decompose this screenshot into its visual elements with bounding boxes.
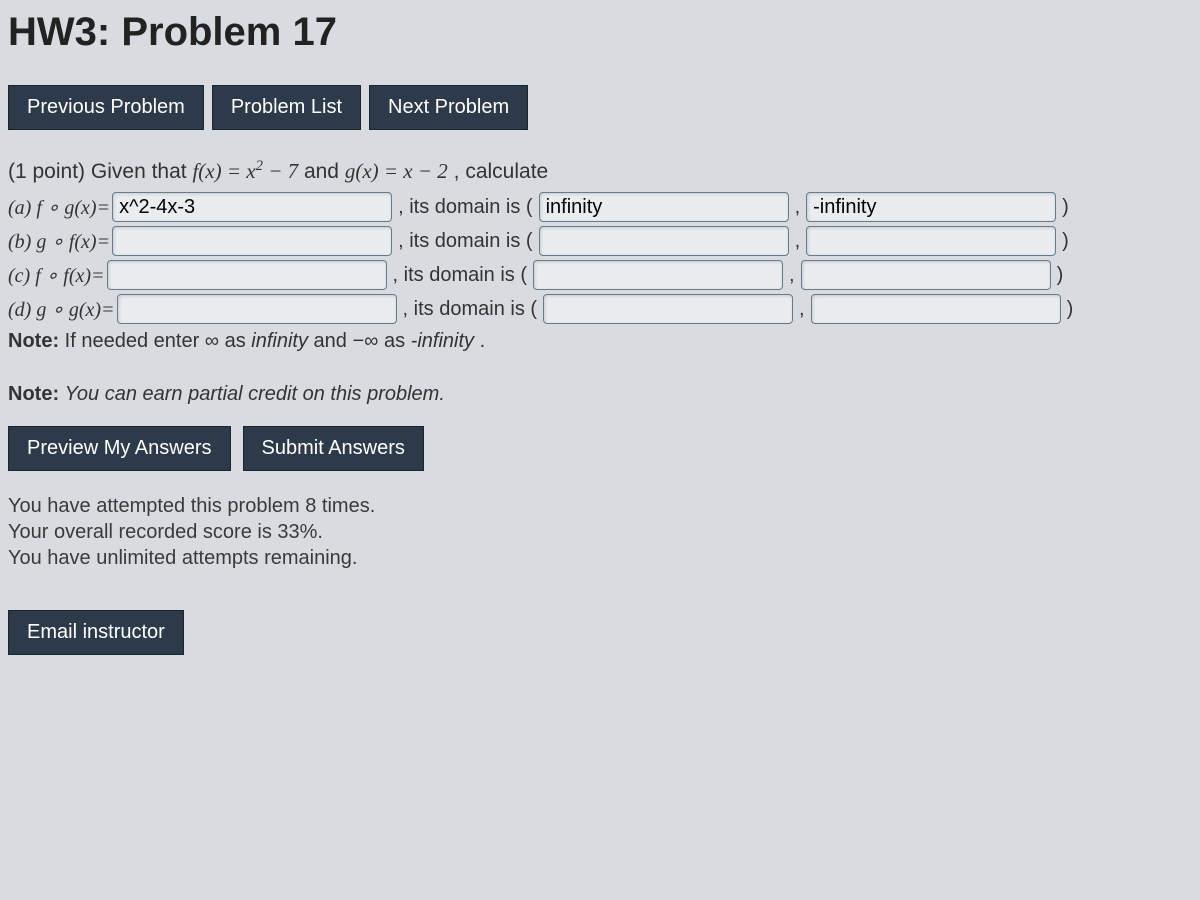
problem-nav: Previous Problem Problem List Next Probl… bbox=[8, 85, 1192, 130]
action-buttons: Preview My Answers Submit Answers bbox=[8, 426, 1192, 471]
f-definition: f(x) = x2 − 7 bbox=[192, 159, 298, 183]
part-a-label: (a) f ∘ g(x)= bbox=[8, 195, 110, 220]
submit-answers-button[interactable]: Submit Answers bbox=[243, 426, 424, 471]
problem-prompt: (1 point) Given that f(x) = x2 − 7 and g… bbox=[8, 158, 1192, 184]
part-b-answer-input[interactable] bbox=[112, 226, 392, 256]
note-prefix: Note: bbox=[8, 383, 65, 405]
prompt-text-3: , calculate bbox=[454, 160, 549, 183]
infinity-note: Note: If needed enter ∞ as infinity and … bbox=[8, 330, 1192, 353]
part-d-domain-hi-input[interactable] bbox=[811, 294, 1061, 324]
previous-problem-button[interactable]: Previous Problem bbox=[8, 85, 204, 130]
part-c-domain-hi-input[interactable] bbox=[801, 260, 1051, 290]
note-prefix: Note: bbox=[8, 330, 65, 352]
note-text-2: and −∞ as bbox=[314, 330, 411, 352]
credit-note-text: You can earn partial credit on this prob… bbox=[65, 383, 445, 405]
status-block: You have attempted this problem 8 times.… bbox=[8, 495, 1192, 570]
part-c-answer-input[interactable] bbox=[107, 260, 387, 290]
remaining-status: You have unlimited attempts remaining. bbox=[8, 547, 1192, 570]
part-d-row: (d) g ∘ g(x)= , its domain is ( , ) bbox=[8, 294, 1192, 324]
note-neg-infinity: -infinity bbox=[411, 330, 474, 352]
part-b-domain-label: , its domain is ( bbox=[398, 230, 532, 253]
part-d-answer-input[interactable] bbox=[117, 294, 397, 324]
part-a-domain-label: , its domain is ( bbox=[398, 196, 532, 219]
part-a-domain-hi-input[interactable] bbox=[806, 192, 1056, 222]
part-b-domain-hi-input[interactable] bbox=[806, 226, 1056, 256]
part-c-label: (c) f ∘ f(x)= bbox=[8, 263, 105, 288]
page-title: HW3: Problem 17 bbox=[8, 10, 1192, 55]
close-paren: ) bbox=[1057, 264, 1064, 287]
g-definition: g(x) = x − 2 bbox=[345, 159, 448, 183]
part-d-domain-lo-input[interactable] bbox=[543, 294, 793, 324]
part-c-domain-label: , its domain is ( bbox=[393, 264, 527, 287]
prompt-text-1: Given that bbox=[91, 160, 193, 183]
note-text-1: If needed enter ∞ as bbox=[65, 330, 252, 352]
part-b-label: (b) g ∘ f(x)= bbox=[8, 229, 110, 254]
part-a-answer-input[interactable] bbox=[112, 192, 392, 222]
attempts-status: You have attempted this problem 8 times. bbox=[8, 495, 1192, 518]
part-d-label: (d) g ∘ g(x)= bbox=[8, 297, 115, 322]
prompt-text-2: and bbox=[304, 160, 345, 183]
part-c-domain-lo-input[interactable] bbox=[533, 260, 783, 290]
score-status: Your overall recorded score is 33%. bbox=[8, 521, 1192, 544]
close-paren: ) bbox=[1062, 230, 1069, 253]
part-c-row: (c) f ∘ f(x)= , its domain is ( , ) bbox=[8, 260, 1192, 290]
points-label: (1 point) bbox=[8, 160, 85, 183]
problem-body: (1 point) Given that f(x) = x2 − 7 and g… bbox=[8, 158, 1192, 655]
note-infinity: infinity bbox=[251, 330, 308, 352]
comma: , bbox=[795, 196, 801, 219]
part-d-domain-label: , its domain is ( bbox=[403, 298, 537, 321]
partial-credit-note: Note: You can earn partial credit on thi… bbox=[8, 383, 1192, 406]
close-paren: ) bbox=[1067, 298, 1074, 321]
note-text-3: . bbox=[480, 330, 486, 352]
email-instructor-button[interactable]: Email instructor bbox=[8, 610, 184, 655]
comma: , bbox=[799, 298, 805, 321]
problem-list-button[interactable]: Problem List bbox=[212, 85, 361, 130]
comma: , bbox=[789, 264, 795, 287]
part-b-domain-lo-input[interactable] bbox=[539, 226, 789, 256]
part-a-row: (a) f ∘ g(x)= , its domain is ( , ) bbox=[8, 192, 1192, 222]
preview-answers-button[interactable]: Preview My Answers bbox=[8, 426, 231, 471]
part-a-domain-lo-input[interactable] bbox=[539, 192, 789, 222]
next-problem-button[interactable]: Next Problem bbox=[369, 85, 528, 130]
part-b-row: (b) g ∘ f(x)= , its domain is ( , ) bbox=[8, 226, 1192, 256]
comma: , bbox=[795, 230, 801, 253]
close-paren: ) bbox=[1062, 196, 1069, 219]
